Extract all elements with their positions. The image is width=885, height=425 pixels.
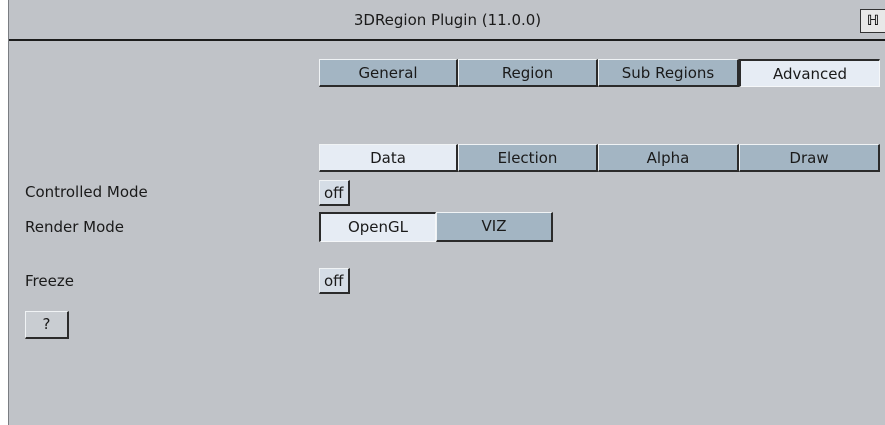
help-button[interactable]: ? xyxy=(25,311,69,339)
main-tab-row: General Region Sub Regions Advanced xyxy=(319,59,880,87)
subtab-election[interactable]: Election xyxy=(458,144,598,172)
tab-general[interactable]: General xyxy=(319,59,458,87)
render-mode-opengl[interactable]: OpenGL xyxy=(319,212,436,242)
subtab-data[interactable]: Data xyxy=(319,144,458,172)
tab-sub-regions[interactable]: Sub Regions xyxy=(598,59,739,87)
plugin-panel: 3DRegion Plugin (11.0.0) ℍ General Regio… xyxy=(8,0,885,425)
tab-region[interactable]: Region xyxy=(458,59,598,87)
controlled-mode-toggle[interactable]: off xyxy=(319,180,350,206)
freeze-toggle[interactable]: off xyxy=(319,268,350,294)
subtab-draw[interactable]: Draw xyxy=(739,144,880,172)
tab-advanced[interactable]: Advanced xyxy=(739,59,880,87)
help-context-icon[interactable]: ℍ xyxy=(860,9,885,33)
controlled-mode-label: Controlled Mode xyxy=(25,183,148,201)
sub-tab-row: Data Election Alpha Draw xyxy=(319,144,880,172)
render-mode-viz[interactable]: VIZ xyxy=(436,212,553,242)
render-mode-label: Render Mode xyxy=(25,218,125,236)
window-title: 3DRegion Plugin (11.0.0) xyxy=(353,11,542,29)
subtab-alpha[interactable]: Alpha xyxy=(598,144,739,172)
render-mode-selector: OpenGL VIZ xyxy=(319,212,553,242)
freeze-label: Freeze xyxy=(25,272,74,290)
title-bar: 3DRegion Plugin (11.0.0) ℍ xyxy=(9,2,885,41)
